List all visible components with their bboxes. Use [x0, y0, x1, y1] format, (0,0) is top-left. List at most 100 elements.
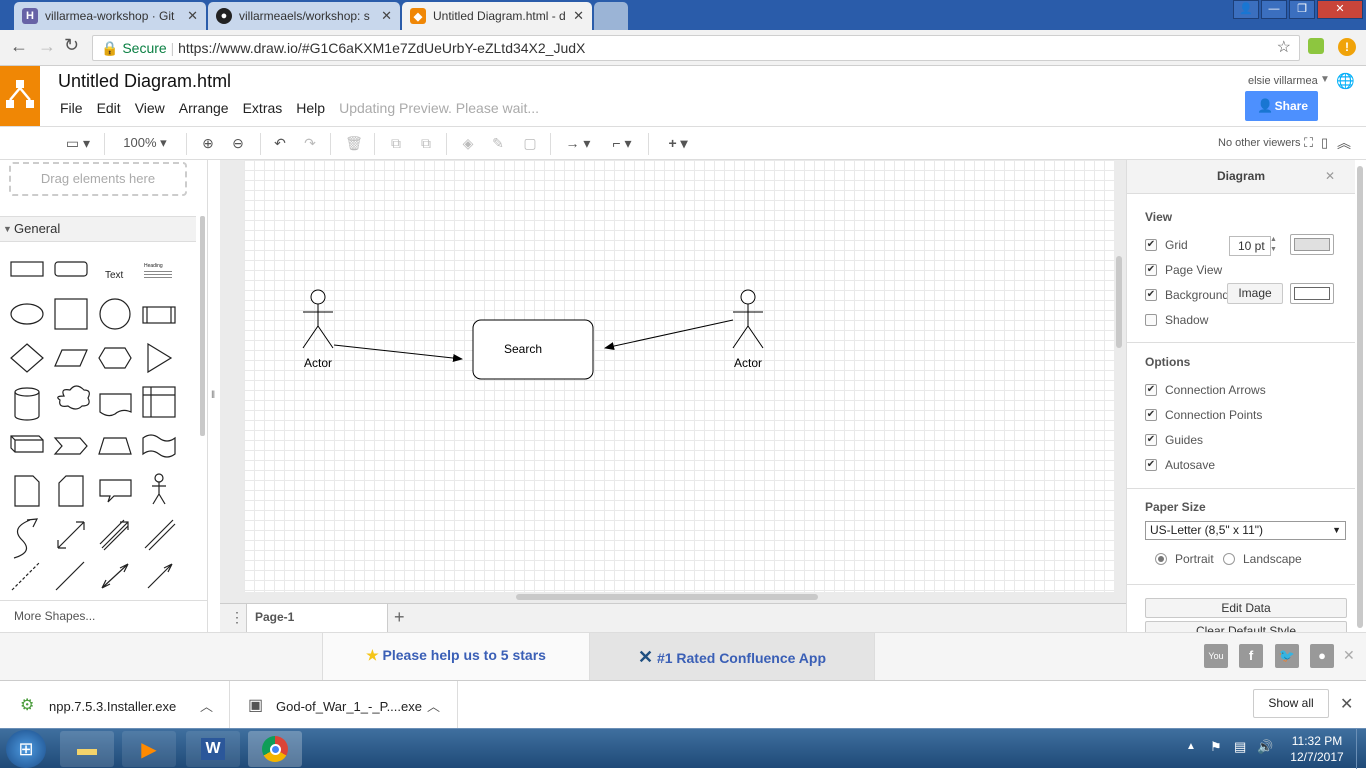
document-title[interactable]: Untitled Diagram.html [58, 71, 231, 92]
grid-checkbox[interactable]: ✔ [1145, 239, 1157, 251]
background-option[interactable]: ✔ Background [1145, 288, 1229, 302]
rate-stars-link[interactable]: ★ Please help us to 5 stars [322, 633, 590, 680]
connection-points-option[interactable]: ✔ Connection Points [1145, 408, 1262, 422]
close-icon[interactable]: ✕ [1325, 169, 1335, 183]
flag-icon[interactable]: ⚑ [1210, 739, 1222, 755]
minimize-icon[interactable]: — [1261, 0, 1287, 19]
chevron-down-icon[interactable]: ▼ [1320, 74, 1330, 85]
grid-color-button[interactable] [1290, 234, 1334, 255]
autosave-checkbox[interactable]: ✔ [1145, 459, 1157, 471]
word-taskbar-button[interactable]: W [186, 731, 240, 767]
chrome-menu-icon[interactable]: ! [1338, 38, 1356, 56]
background-color-button[interactable] [1290, 283, 1334, 304]
to-back-icon[interactable]: ⧉ [414, 127, 438, 159]
fill-color-icon[interactable]: ◈ [456, 127, 480, 159]
back-icon[interactable]: ← [10, 36, 28, 57]
zoom-out-icon[interactable]: ⊖ [226, 127, 250, 159]
close-icon[interactable]: ✕ [187, 8, 198, 24]
close-icon[interactable]: ✕ [381, 8, 392, 24]
actor-left-label[interactable]: Actor [298, 356, 338, 370]
menu-extras[interactable]: Extras [243, 100, 283, 116]
panel-icon[interactable]: ▯ [1321, 135, 1328, 151]
show-all-button[interactable]: Show all [1253, 689, 1329, 718]
guides-checkbox[interactable]: ✔ [1145, 434, 1157, 446]
diagram-graph[interactable] [244, 160, 1114, 592]
grid-size-input[interactable]: 10 pt [1229, 236, 1271, 256]
tab-heroku[interactable]: H villarmea-workshop · Git ✕ [14, 2, 206, 30]
heading-shape[interactable]: Heading [144, 263, 172, 278]
portrait-radio[interactable] [1155, 553, 1167, 565]
canvas-v-scrollbar[interactable] [1116, 256, 1122, 348]
twitter-icon[interactable]: 🐦 [1275, 644, 1299, 668]
collapse-icon[interactable]: ︽ [1337, 133, 1351, 153]
network-icon[interactable]: ▤ [1234, 739, 1246, 755]
sidebar-scrollbar[interactable] [200, 216, 205, 436]
close-icon[interactable]: ✕ [1340, 694, 1353, 714]
show-desktop-button[interactable] [1356, 729, 1366, 769]
add-page-icon[interactable]: + [394, 607, 405, 628]
download-item[interactable]: ▣ God-of_War_1_-_P....exe ︿ [230, 681, 458, 728]
page-view-option[interactable]: ✔ Page View [1145, 263, 1222, 277]
zoom-in-icon[interactable]: ⊕ [196, 127, 220, 159]
chevron-up-icon[interactable]: ︿ [427, 696, 440, 715]
bookmark-star-icon[interactable]: ☆ [1277, 36, 1291, 60]
shadow-checkbox[interactable] [1145, 314, 1157, 326]
panel-scrollbar[interactable] [1357, 166, 1363, 628]
connection-points-checkbox[interactable]: ✔ [1145, 409, 1157, 421]
edit-data-button[interactable]: Edit Data [1145, 598, 1347, 618]
shadow-icon[interactable]: ▢ [518, 127, 542, 159]
facebook-icon[interactable]: f [1239, 644, 1263, 668]
more-shapes-button[interactable]: More Shapes... [0, 600, 207, 632]
landscape-option[interactable]: Landscape [1223, 552, 1302, 566]
globe-icon[interactable]: 🌐 [1336, 72, 1355, 90]
menu-view[interactable]: View [135, 100, 165, 116]
connection-arrows-checkbox[interactable]: ✔ [1145, 384, 1157, 396]
connection-icon[interactable]: → ▾ [560, 127, 596, 159]
grid-size-stepper[interactable]: ▲ ▼ [1270, 235, 1277, 255]
redo-icon[interactable]: ↷ [298, 127, 322, 159]
tray-expand-icon[interactable]: ▲ [1186, 741, 1196, 752]
github-icon[interactable]: ● [1310, 644, 1334, 668]
menu-file[interactable]: File [60, 100, 83, 116]
start-button[interactable]: ⊞ [6, 730, 46, 768]
guides-option[interactable]: ✔ Guides [1145, 433, 1203, 447]
clock[interactable]: 11:32 PM 12/7/2017 [1282, 733, 1352, 765]
insert-icon[interactable]: + ▾ [660, 127, 696, 159]
text-shape[interactable]: Text [105, 270, 123, 281]
chrome-taskbar-button[interactable] [248, 731, 302, 767]
explorer-taskbar-button[interactable]: ▬ [60, 731, 114, 767]
user-name[interactable]: elsie villarmea [1248, 75, 1318, 87]
autosave-option[interactable]: ✔ Autosave [1145, 458, 1215, 472]
media-player-taskbar-button[interactable]: ▶ [122, 731, 176, 767]
canvas-h-scrollbar[interactable] [516, 594, 818, 600]
shadow-option[interactable]: Shadow [1145, 313, 1208, 327]
background-checkbox[interactable]: ✔ [1145, 289, 1157, 301]
download-item[interactable]: ⚙ npp.7.5.3.Installer.exe ︿ [0, 681, 230, 728]
splitter-handle[interactable]: ‖ [211, 390, 215, 401]
to-front-icon[interactable]: ⧉ [384, 127, 408, 159]
menu-arrange[interactable]: Arrange [179, 100, 229, 116]
maximize-icon[interactable]: ❐ [1289, 0, 1315, 19]
new-tab-button[interactable] [594, 2, 628, 30]
user-icon[interactable]: 👤 [1233, 0, 1259, 19]
extension-icon[interactable] [1308, 38, 1324, 54]
page-menu-icon[interactable]: ⋮ [230, 609, 244, 626]
diagram-page[interactable]: Actor Actor Search [244, 160, 1114, 592]
chevron-up-icon[interactable]: ︿ [200, 696, 213, 715]
portrait-option[interactable]: Portrait [1155, 552, 1214, 566]
paper-size-select[interactable]: US-Letter (8,5" x 11") ▼ [1145, 521, 1346, 540]
undo-icon[interactable]: ↶ [268, 127, 292, 159]
volume-icon[interactable]: 🔊 [1257, 739, 1273, 755]
close-icon[interactable]: ✕ [573, 8, 584, 24]
waypoints-icon[interactable]: ⌐ ▾ [604, 127, 640, 159]
delete-icon[interactable]: 🗑 [342, 127, 366, 159]
fullscreen-icon[interactable]: ⛶ [1304, 135, 1313, 151]
drag-drop-zone[interactable]: Drag elements here [9, 162, 187, 196]
zoom-select[interactable]: 100% ▾ [114, 127, 176, 159]
grid-option[interactable]: ✔ Grid [1145, 238, 1188, 252]
window-close-icon[interactable]: ✕ [1317, 0, 1363, 19]
reload-icon[interactable]: ↻ [64, 35, 79, 56]
page-view-checkbox[interactable]: ✔ [1145, 264, 1157, 276]
share-button[interactable]: 👤 Share [1245, 91, 1318, 121]
canvas-area[interactable]: Actor Actor Search [220, 160, 1126, 606]
